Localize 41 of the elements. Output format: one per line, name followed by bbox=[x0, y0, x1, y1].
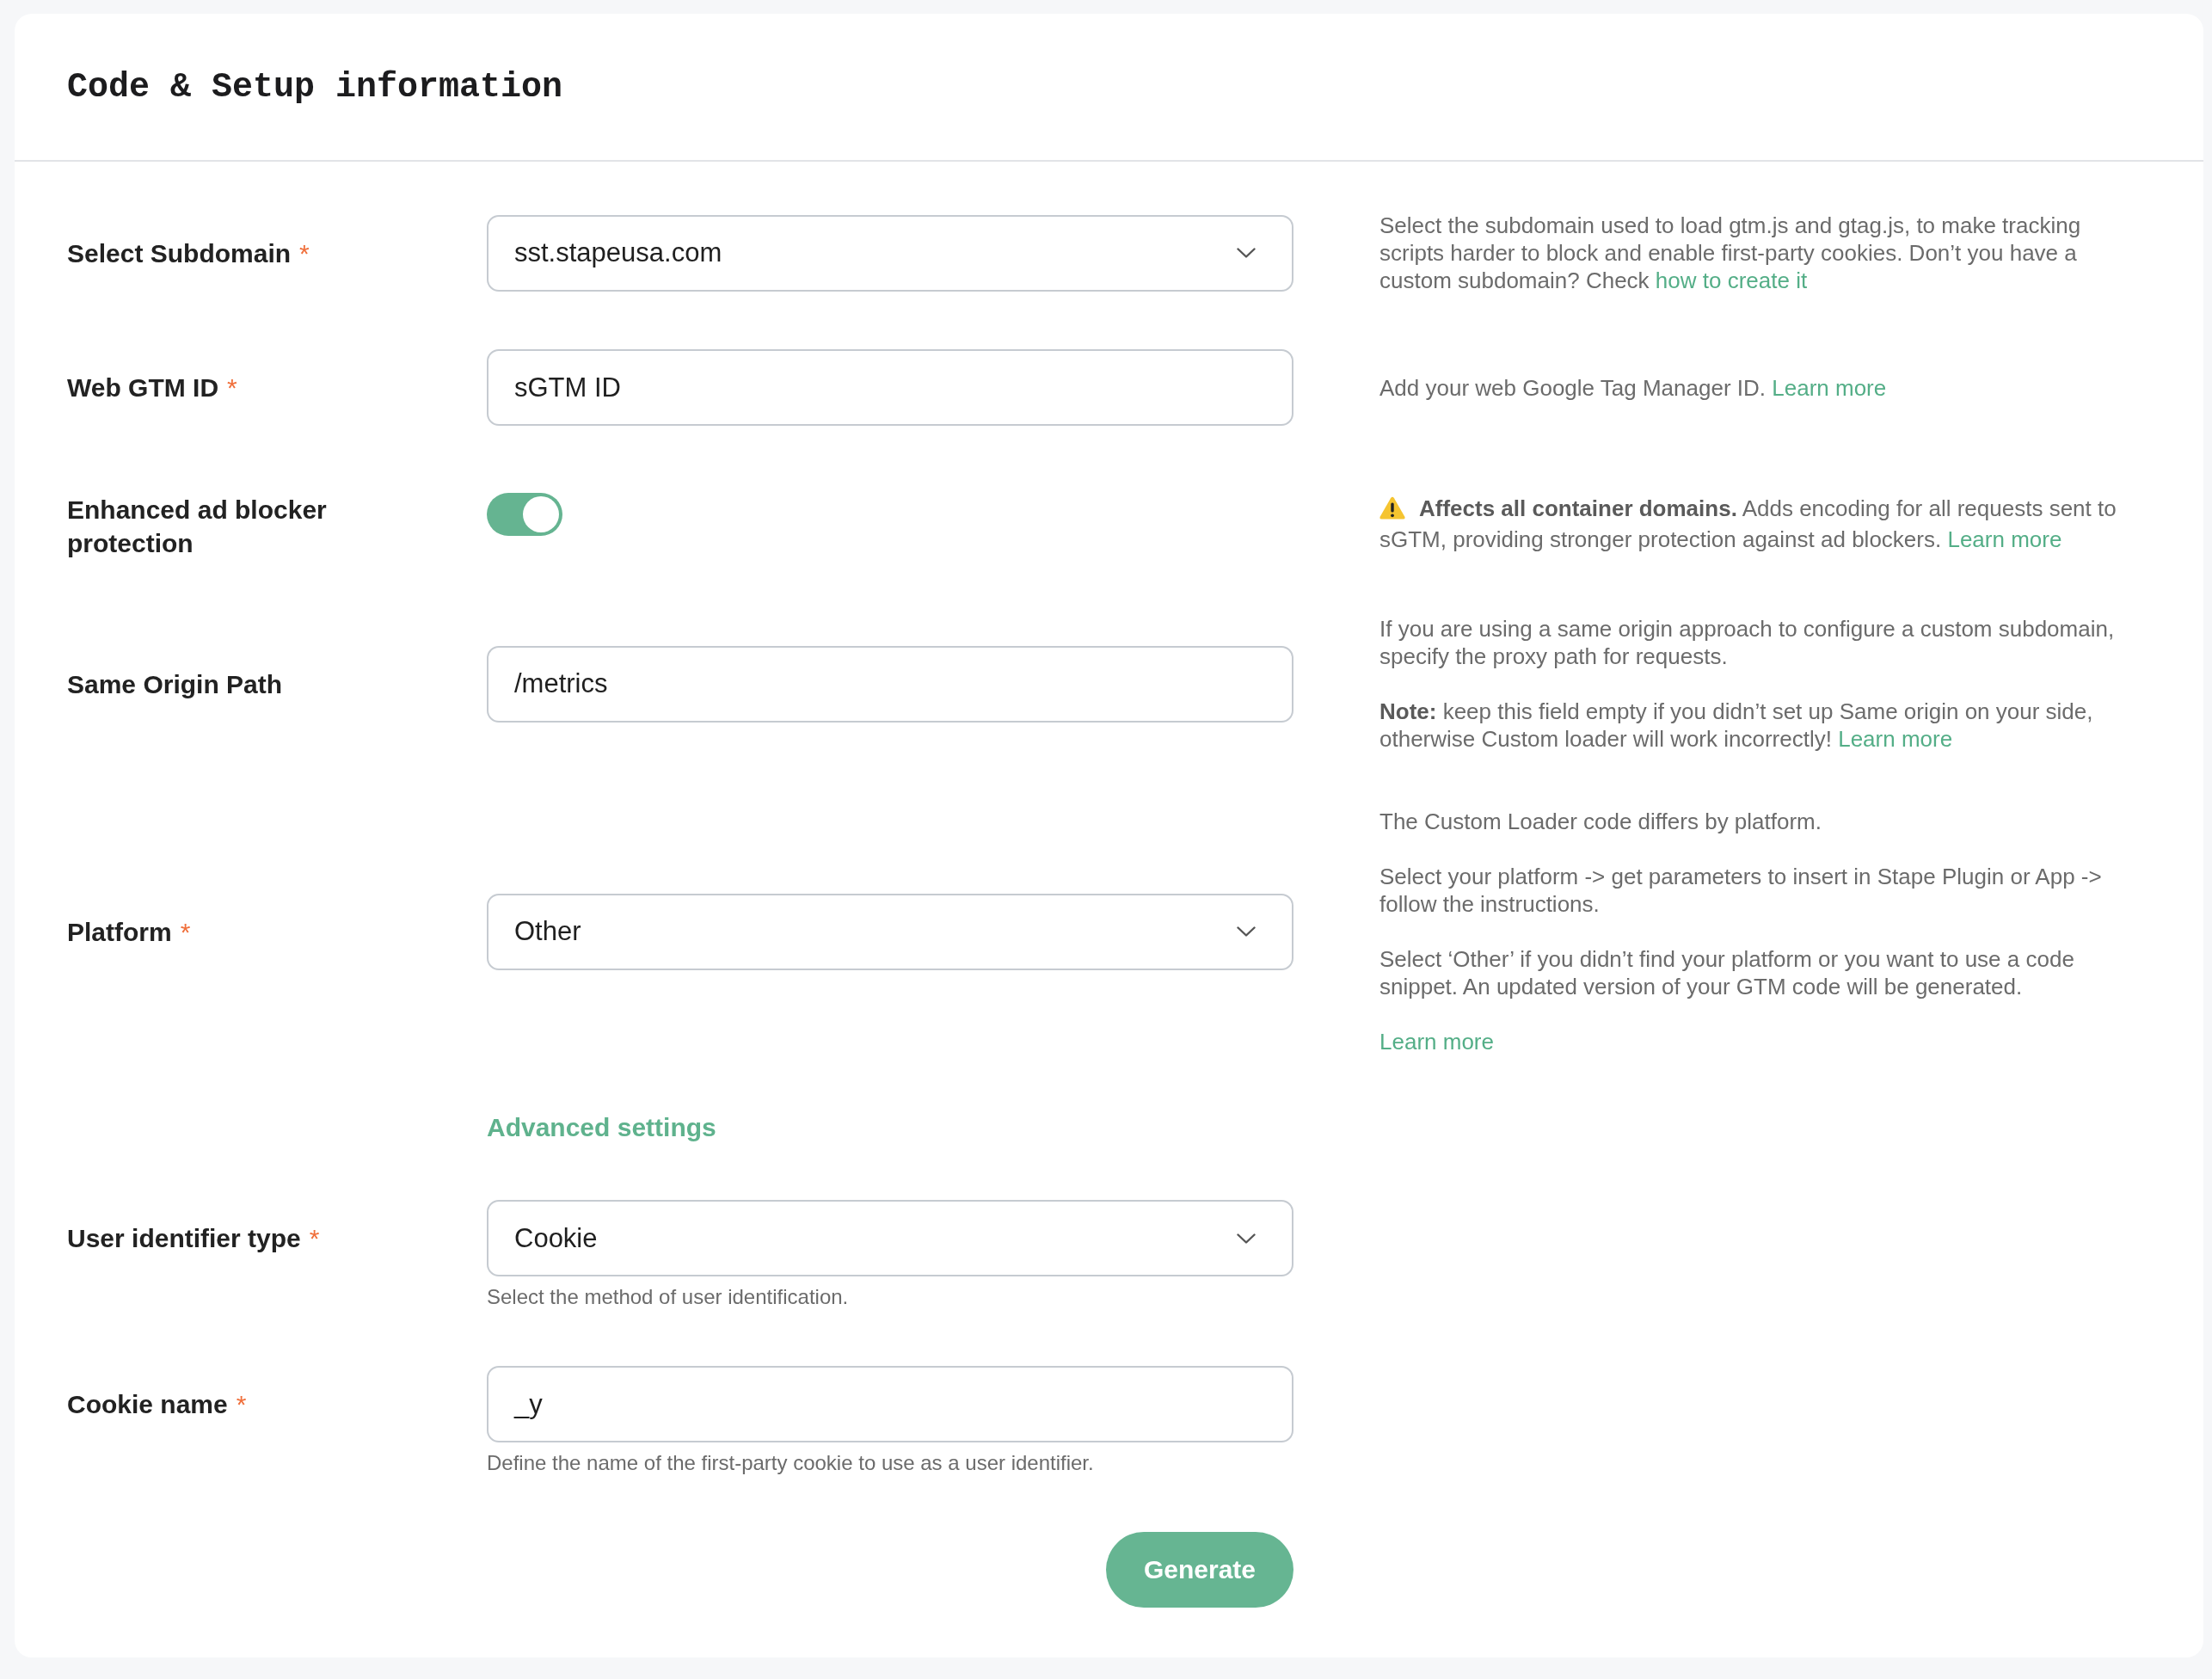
required-asterisk: * bbox=[236, 1390, 247, 1418]
text-input[interactable]: /metrics bbox=[487, 645, 1293, 723]
help-text: Note: keep this field empty if you didn’t set up Same origin on your side, otherwise Custom loader will work incorrectly! Learn more bbox=[1379, 698, 2094, 753]
advanced-settings-link[interactable]: Advanced settings bbox=[487, 1110, 716, 1145]
required-asterisk: * bbox=[227, 373, 237, 402]
chevron-down-icon bbox=[1237, 1233, 1256, 1244]
dropdown[interactable]: Cookie bbox=[487, 1200, 1293, 1276]
field-label: Enhanced ad blocker protection bbox=[67, 495, 327, 557]
chevron-down-icon bbox=[1237, 248, 1256, 258]
dropdown[interactable]: Other bbox=[487, 893, 1293, 970]
help-link[interactable]: how to create it bbox=[1655, 268, 1808, 293]
help-text: If you are using a same origin approach to configure a custom subdomain, specify the proxy path for requests. bbox=[1379, 615, 2116, 670]
generate-button[interactable]: Generate bbox=[1106, 1532, 1293, 1608]
help-text: Select your platform -> get parameters to insert in Stape Plugin or App -> follow the instructions. bbox=[1379, 863, 2103, 918]
help-text: Add your web Google Tag Manager ID. Learn more bbox=[1379, 373, 1888, 402]
warning-icon bbox=[1379, 496, 1405, 520]
text-input[interactable]: sGTM ID bbox=[487, 349, 1293, 426]
required-asterisk: * bbox=[309, 1224, 320, 1252]
field-hint: Define the name of the first-party cookie to use as a user identifier. bbox=[487, 1450, 1095, 1476]
field-label: Cookie name bbox=[67, 1390, 228, 1418]
dropdown[interactable]: sst.stapeusa.com bbox=[487, 214, 1293, 292]
warning-text: Affects all container domains. Adds encoding for all requests sent to sGTM, providing stronger protection against ad blockers. Learn more bbox=[1379, 495, 2117, 554]
required-asterisk: * bbox=[299, 238, 310, 268]
help-text: Select the subdomain used to load gtm.js and gtag.js, to make tracking scripts harder to block and enable first-party cookies. Don’t you have a custom subdomain? Check how to create it bbox=[1379, 212, 2082, 294]
panel-title: Code & Setup information bbox=[67, 67, 563, 107]
help-link[interactable]: Learn more bbox=[1947, 526, 2062, 552]
required-asterisk: * bbox=[180, 917, 191, 946]
field-label: Select Subdomain bbox=[67, 238, 292, 268]
help-text: The Custom Loader code differs by platform. bbox=[1379, 808, 1822, 835]
field-label: Web GTM ID bbox=[67, 373, 219, 402]
field-label: Same Origin Path bbox=[67, 669, 283, 698]
help-link[interactable]: Learn more bbox=[1838, 726, 1953, 752]
field-hint: Select the method of user identification. bbox=[487, 1284, 850, 1310]
text-input[interactable]: _y bbox=[487, 1366, 1293, 1442]
help-link[interactable]: Learn more bbox=[1379, 1029, 1494, 1055]
help-link[interactable]: Learn more bbox=[1772, 374, 1887, 401]
toggle-switch[interactable] bbox=[487, 493, 562, 536]
field-label: Platform bbox=[67, 917, 172, 946]
help-text: Select ‘Other’ if you didn’t find your platform or you want to use a code snippet. An updated version of your GTM code will be generated. bbox=[1379, 945, 2075, 1000]
chevron-down-icon bbox=[1237, 926, 1256, 937]
field-label: User identifier type bbox=[67, 1224, 301, 1252]
